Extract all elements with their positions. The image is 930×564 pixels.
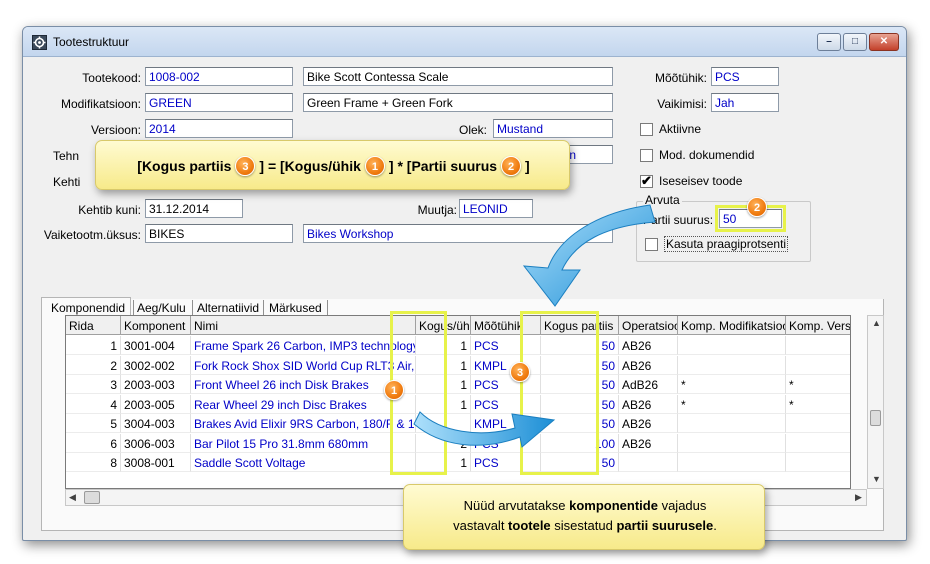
badge-3: 3 [510,362,530,382]
note-line-1: Nüüd arvutatakse komponentide vajadus [463,498,707,513]
note-text: Nüüd arvutatakse komponentide vajadus va… [404,496,766,536]
badge-2: 2 [747,197,767,217]
formula-badge-1: 1 [364,156,385,176]
note-callout: Nüüd arvutatakse komponentide vajadus va… [403,484,765,550]
formula-callout: [Kogus partiis 3] = [Kogus/ühik 1] * [Part… [95,140,570,190]
note-line-2: vastavalt tootele sisestatud partii suur… [453,518,717,533]
formula-text: [Kogus partiis 3] = [Kogus/ühik 1] * [Part… [137,156,530,176]
formula-badge-3: 3 [235,156,256,176]
formula-badge-2: 2 [501,156,522,176]
badge-1: 1 [384,380,404,400]
curved-arrow-between-columns [413,411,556,448]
annotation-arrows [413,204,656,448]
curved-arrow-to-grid [522,204,656,307]
